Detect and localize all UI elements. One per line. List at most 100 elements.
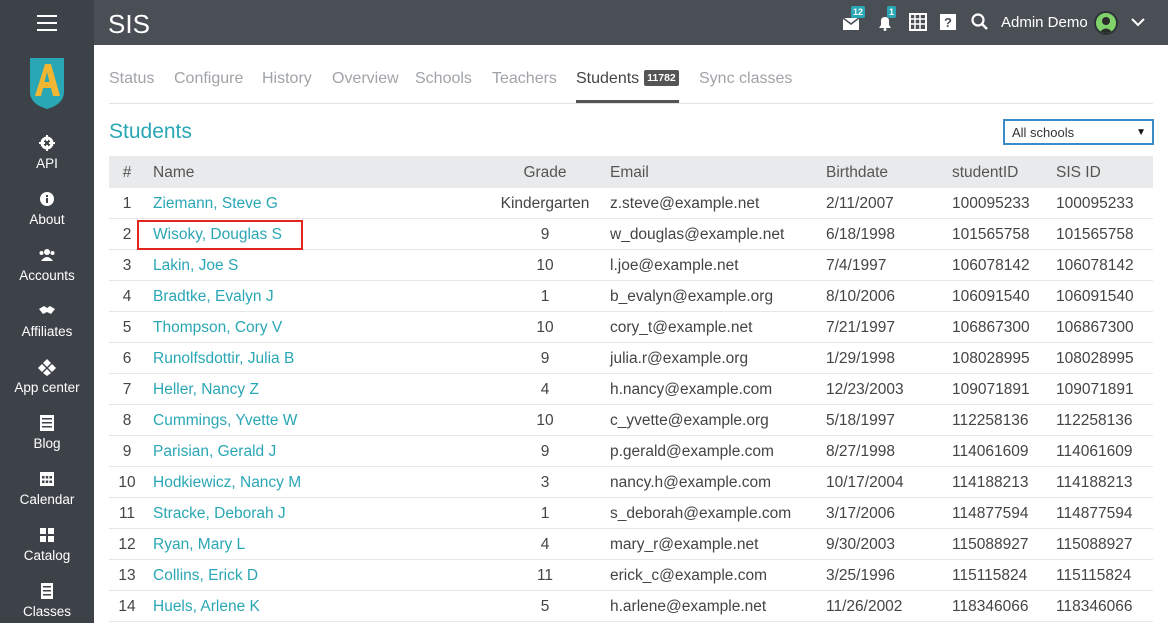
header-name[interactable]: Name xyxy=(153,164,194,182)
help-button[interactable]: ? xyxy=(939,12,959,32)
student-name-link[interactable]: Ryan, Mary L xyxy=(153,536,245,554)
header-student-id[interactable]: studentID xyxy=(952,164,1018,182)
student-id-cell: 108028995 xyxy=(952,350,1030,367)
grade-cell: 1 xyxy=(540,505,550,522)
header-email[interactable]: Email xyxy=(610,164,649,182)
grade-cell: 10 xyxy=(536,257,554,274)
student-id-cell: 115115824 xyxy=(952,567,1028,584)
row-number: 7 xyxy=(122,381,132,398)
sidebar-item-api[interactable]: API xyxy=(0,132,94,188)
sidebar-item-about[interactable]: About xyxy=(0,188,94,244)
student-id-cell: 106867300 xyxy=(952,319,1030,336)
table-row: 5 Thompson, Cory V 10 cory_t@example.net 7/2… xyxy=(109,312,1153,343)
calendar-grid-icon xyxy=(909,13,927,31)
menu-toggle-button[interactable] xyxy=(0,0,94,45)
row-number: 6 xyxy=(122,350,132,367)
sidebar-item-label: About xyxy=(29,212,65,227)
info-icon xyxy=(40,192,54,206)
header-birthdate[interactable]: Birthdate xyxy=(826,164,888,182)
header-sis-id[interactable]: SIS ID xyxy=(1056,164,1101,182)
sis-id-cell: 115088927 xyxy=(1056,536,1133,553)
student-name-link[interactable]: Parisian, Gerald J xyxy=(153,443,276,461)
tab-schools[interactable]: Schools xyxy=(415,70,472,88)
grid-icon xyxy=(40,528,54,542)
birthdate-cell: 6/18/1998 xyxy=(826,226,895,243)
school-filter-value: All schools xyxy=(1012,125,1075,140)
tab-status[interactable]: Status xyxy=(109,70,154,88)
user-menu-toggle[interactable] xyxy=(1130,15,1146,29)
calendar-button[interactable] xyxy=(909,12,929,32)
sis-id-cell: 112258136 xyxy=(1056,412,1133,429)
student-id-cell: 118346066 xyxy=(952,598,1029,615)
newspaper-icon xyxy=(40,415,54,431)
messages-button[interactable]: 12 xyxy=(842,6,866,32)
user-name[interactable]: Admin Demo xyxy=(1001,14,1088,31)
header-num: # xyxy=(122,164,132,181)
student-name-link[interactable]: Huels, Arlene K xyxy=(153,598,260,616)
sidebar-item-catalog[interactable]: Catalog xyxy=(0,524,94,580)
grade-cell: 1 xyxy=(540,288,550,305)
student-name-link[interactable]: Thompson, Cory V xyxy=(153,319,282,337)
tab-history[interactable]: History xyxy=(262,70,312,88)
table-row: 8 Cummings, Yvette W 10 c_yvette@example.or… xyxy=(109,405,1153,436)
header-grade[interactable]: Grade xyxy=(489,164,601,182)
grade-cell: 9 xyxy=(540,350,550,367)
sis-id-cell: 106867300 xyxy=(1056,319,1134,336)
tab-label: Students xyxy=(576,70,640,87)
grade-cell: 10 xyxy=(536,319,554,336)
birthdate-cell: 7/21/1997 xyxy=(826,319,895,336)
student-name-link[interactable]: Lakin, Joe S xyxy=(153,257,238,275)
student-name-link[interactable]: Stracke, Deborah J xyxy=(153,505,286,523)
birthdate-cell: 8/27/1998 xyxy=(826,443,895,460)
sis-id-cell: 108028995 xyxy=(1056,350,1134,367)
student-name-link[interactable]: Collins, Erick D xyxy=(153,567,258,585)
student-name-link[interactable]: Runolfsdottir, Julia B xyxy=(153,350,294,368)
email-cell: nancy.h@example.com xyxy=(610,474,772,491)
student-name-link[interactable]: Wisoky, Douglas S xyxy=(153,226,282,244)
student-name-link[interactable]: Bradtke, Evalyn J xyxy=(153,288,274,306)
sidebar-item-blog[interactable]: Blog xyxy=(0,412,94,468)
active-tab-indicator xyxy=(576,100,679,103)
notifications-button[interactable]: 1 xyxy=(876,6,897,32)
grade-cell: 9 xyxy=(540,226,550,243)
student-id-cell: 115088927 xyxy=(952,536,1029,553)
sidebar-item-calendar[interactable]: Calendar xyxy=(0,468,94,524)
tab-students[interactable]: Students 11782 xyxy=(576,70,679,88)
table-row: 10 Hodkiewicz, Nancy M 3 nancy.h@example.co… xyxy=(109,467,1153,498)
sidebar-item-affiliates[interactable]: Affiliates xyxy=(0,300,94,356)
student-name-link[interactable]: Heller, Nancy Z xyxy=(153,381,259,399)
student-name-link[interactable]: Ziemann, Steve G xyxy=(153,195,278,213)
sis-id-cell: 106078142 xyxy=(1056,257,1134,274)
tab-overview[interactable]: Overview xyxy=(332,70,399,88)
birthdate-cell: 1/29/1998 xyxy=(826,350,895,367)
school-filter-select[interactable]: All schools ▼ xyxy=(1003,119,1154,145)
sidebar-item-label: App center xyxy=(14,380,80,395)
sidebar-item-label: Accounts xyxy=(19,268,75,283)
student-name-link[interactable]: Cummings, Yvette W xyxy=(153,412,297,430)
sidebar-item-app-center[interactable]: App center xyxy=(0,356,94,412)
sidebar-item-accounts[interactable]: Accounts xyxy=(0,244,94,300)
sidebar: API About Accounts Affiliates App center… xyxy=(0,0,94,623)
table-row: 1 Ziemann, Steve G Kindergarten z.steve@exa… xyxy=(109,188,1153,219)
birthdate-cell: 10/17/2004 xyxy=(826,474,904,491)
student-name-link[interactable]: Hodkiewicz, Nancy M xyxy=(153,474,301,492)
tab-configure[interactable]: Configure xyxy=(174,70,243,88)
email-cell: h.arlene@example.net xyxy=(610,598,767,615)
page-title: Students xyxy=(109,120,192,143)
row-number: 3 xyxy=(122,257,132,274)
messages-count-badge: 12 xyxy=(851,6,866,18)
sis-id-cell: 106091540 xyxy=(1056,288,1134,305)
email-cell: l.joe@example.net xyxy=(610,257,739,274)
avatar[interactable] xyxy=(1094,11,1118,35)
birthdate-cell: 11/26/2002 xyxy=(826,598,903,615)
sidebar-item-classes[interactable]: Classes xyxy=(0,580,94,623)
row-number: 2 xyxy=(122,226,132,243)
grade-cell: 4 xyxy=(540,536,550,553)
tab-sync-classes[interactable]: Sync classes xyxy=(699,70,792,88)
sidebar-item-label: API xyxy=(36,156,58,171)
tab-teachers[interactable]: Teachers xyxy=(492,70,557,88)
email-cell: mary_r@example.net xyxy=(610,536,759,553)
app-logo[interactable] xyxy=(26,56,68,110)
search-button[interactable] xyxy=(970,12,990,32)
row-number: 5 xyxy=(122,319,132,336)
